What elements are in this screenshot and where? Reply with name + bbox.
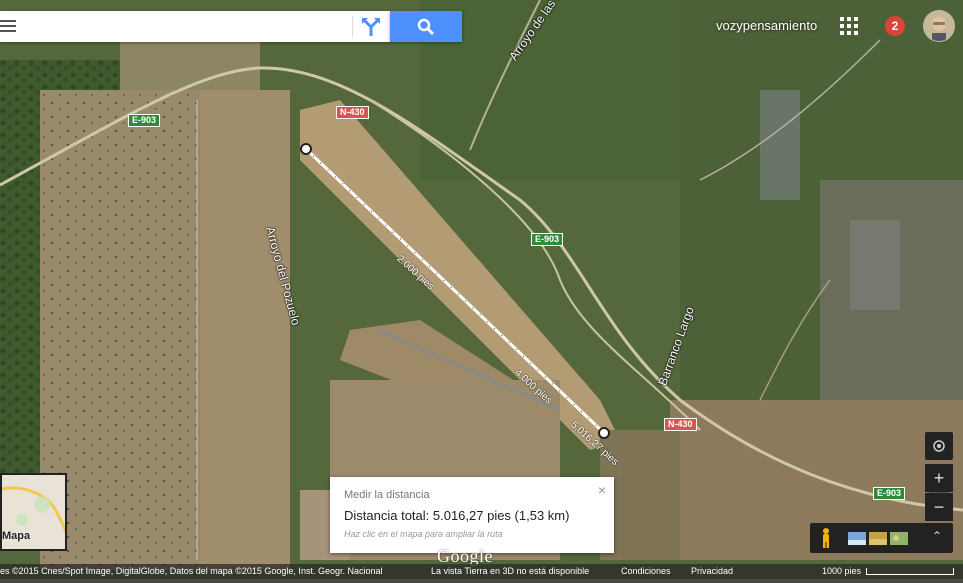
imagery-thumb-icon[interactable] bbox=[848, 532, 866, 545]
apps-grid-icon[interactable] bbox=[840, 17, 858, 35]
notifications-badge[interactable]: 2 bbox=[885, 16, 905, 36]
footer-credits: es ©2015 Cnes/Spot Image, DigitalGlobe, … bbox=[0, 566, 383, 576]
terms-link[interactable]: Condiciones bbox=[621, 564, 671, 579]
close-icon[interactable]: × bbox=[598, 482, 606, 498]
road-shield-e903: E-903 bbox=[873, 487, 906, 500]
measure-hint: Haz clic en el mapa para ampliar la ruta bbox=[344, 529, 503, 539]
measure-end-point[interactable] bbox=[597, 426, 611, 440]
location-icon bbox=[933, 440, 945, 452]
search-input[interactable] bbox=[24, 15, 348, 40]
measure-total-distance: Distancia total: 5.016,27 pies (1,53 km) bbox=[344, 508, 570, 523]
privacy-link[interactable]: Privacidad bbox=[691, 564, 733, 579]
imagery-thumb-icon[interactable] bbox=[869, 532, 887, 545]
scale-label[interactable]: 1000 pies bbox=[822, 564, 861, 579]
road-shield-e903: E-903 bbox=[531, 233, 564, 246]
road-shield-n430: N-430 bbox=[664, 418, 697, 431]
imagery-thumb-icon[interactable] bbox=[890, 532, 908, 545]
divider bbox=[352, 16, 353, 37]
avatar[interactable] bbox=[924, 11, 954, 41]
my-location-button[interactable] bbox=[925, 432, 953, 460]
measure-start-point[interactable] bbox=[299, 142, 313, 156]
footer-bar: es ©2015 Cnes/Spot Image, DigitalGlobe, … bbox=[0, 564, 963, 579]
account-username[interactable]: vozypensamiento bbox=[716, 18, 817, 33]
road-shield-e903: E-903 bbox=[128, 114, 161, 127]
search-button[interactable] bbox=[390, 11, 462, 42]
search-icon bbox=[417, 18, 435, 36]
road-shield-n430: N-430 bbox=[336, 106, 369, 119]
measure-card-title: Medir la distancia bbox=[344, 489, 430, 501]
zoom-in-button[interactable]: + bbox=[925, 464, 953, 492]
scale-bar bbox=[866, 568, 954, 575]
expand-icon[interactable]: ⌃ bbox=[932, 529, 942, 543]
menu-icon[interactable] bbox=[0, 19, 18, 34]
directions-icon[interactable] bbox=[358, 14, 384, 40]
minimap-toggle[interactable]: Mapa bbox=[0, 473, 67, 551]
bottom-strip bbox=[0, 579, 963, 583]
imagery-tray: ⌃ bbox=[810, 523, 953, 553]
pegman-icon[interactable] bbox=[820, 528, 832, 548]
minimap-label: Mapa bbox=[2, 530, 31, 542]
zoom-out-button[interactable]: − bbox=[925, 493, 953, 521]
footer-3d-notice: La vista Tierra en 3D no está disponible bbox=[431, 566, 590, 576]
search-box bbox=[0, 11, 390, 42]
measure-distance-card: Medir la distancia Distancia total: 5.01… bbox=[330, 477, 614, 553]
